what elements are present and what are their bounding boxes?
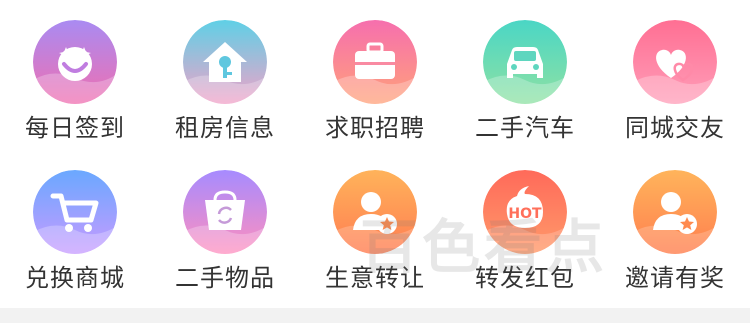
shopping-cart-icon xyxy=(33,170,117,254)
person-star-icon xyxy=(333,170,417,254)
svg-text:HOT: HOT xyxy=(508,206,542,222)
section-divider xyxy=(0,308,750,323)
grid-item-used-goods[interactable]: 二手物品 xyxy=(150,150,300,300)
grid-item-job-recruit[interactable]: 求职招聘 xyxy=(300,0,450,150)
hearts-icon xyxy=(633,20,717,104)
feature-row-2: 兑换商城 二手物品 生意转让 HOT 转发红包 邀请有奖 xyxy=(0,150,750,300)
grid-item-label: 兑换商城 xyxy=(25,264,125,292)
car-icon xyxy=(483,20,567,104)
briefcase-icon xyxy=(333,20,417,104)
grid-item-invite-reward[interactable]: 邀请有奖 xyxy=(600,150,750,300)
grid-item-exchange-mall[interactable]: 兑换商城 xyxy=(0,150,150,300)
feature-row-1: 每日签到 租房信息 求职招聘 二手汽车 同城交友 xyxy=(0,0,750,150)
grid-item-label: 二手物品 xyxy=(175,264,275,292)
grid-item-daily-checkin[interactable]: 每日签到 xyxy=(0,0,150,150)
grid-item-share-red-packet[interactable]: HOT 转发红包 xyxy=(450,150,600,300)
grid-item-business-transfer[interactable]: 生意转让 xyxy=(300,150,450,300)
grid-item-label: 转发红包 xyxy=(475,264,575,292)
recycle-bag-icon xyxy=(183,170,267,254)
grid-item-local-dating[interactable]: 同城交友 xyxy=(600,0,750,150)
grid-item-label: 邀请有奖 xyxy=(625,264,725,292)
house-key-icon xyxy=(183,20,267,104)
grid-item-used-cars[interactable]: 二手汽车 xyxy=(450,0,600,150)
grid-item-rental-info[interactable]: 租房信息 xyxy=(150,0,300,150)
hot-bubble-icon: HOT xyxy=(483,170,567,254)
grid-item-label: 求职招聘 xyxy=(325,114,425,142)
grid-item-label: 每日签到 xyxy=(25,114,125,142)
smiley-stars-icon xyxy=(33,20,117,104)
grid-item-label: 二手汽车 xyxy=(475,114,575,142)
grid-item-label: 生意转让 xyxy=(325,264,425,292)
person-star-icon xyxy=(633,170,717,254)
grid-item-label: 租房信息 xyxy=(175,114,275,142)
grid-item-label: 同城交友 xyxy=(625,114,725,142)
feature-grid: 每日签到 租房信息 求职招聘 二手汽车 同城交友 兑换商城 二手物品 生意转让 … xyxy=(0,0,750,310)
